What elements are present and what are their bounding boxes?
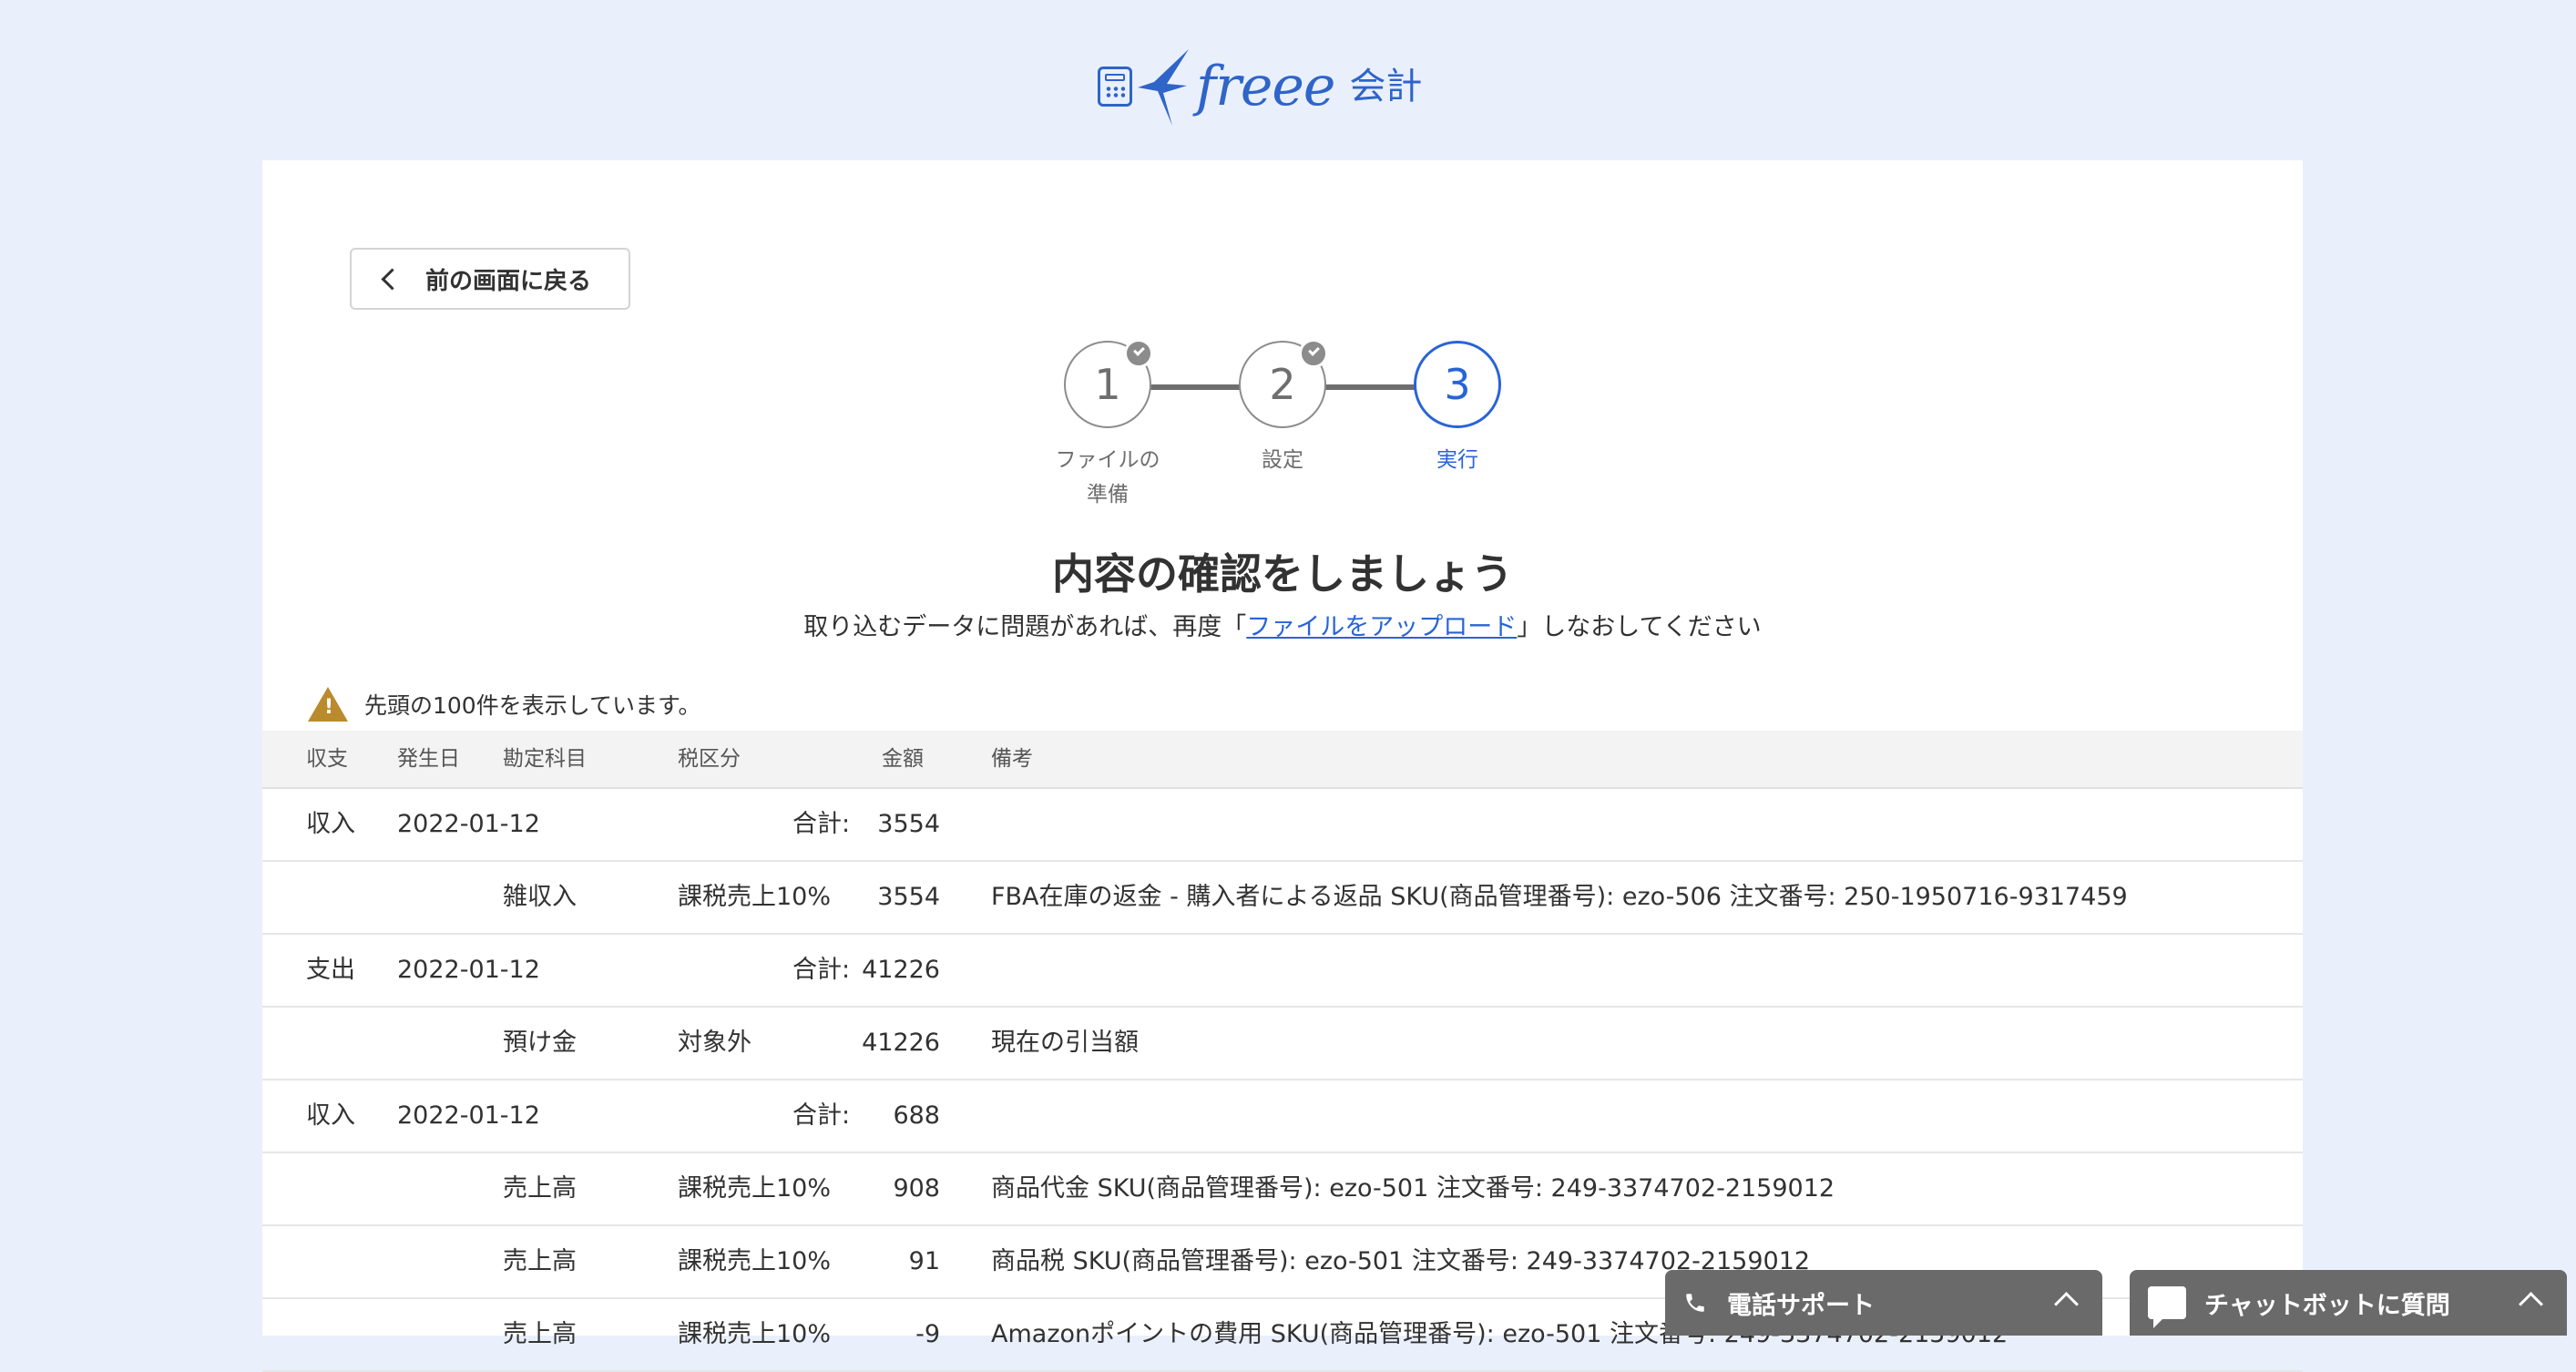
warning-icon: ! bbox=[308, 687, 348, 722]
cell-type: 収入 bbox=[306, 810, 355, 838]
step-label: 実行 bbox=[1436, 448, 1478, 472]
step-circle: 2 bbox=[1239, 339, 1328, 428]
cell-amount: 688 bbox=[893, 1101, 940, 1130]
table-row-summary: 支出 2022-01-12 合計: 41226 bbox=[262, 935, 2303, 1008]
step-number: 3 bbox=[1444, 360, 1471, 409]
phone-icon bbox=[1686, 1294, 1704, 1312]
header-account: 勘定科目 bbox=[503, 747, 587, 771]
cell-total-label: 合計: bbox=[792, 1101, 851, 1130]
cell-date: 2022-01-12 bbox=[397, 1101, 540, 1130]
upload-file-link[interactable]: ファイルをアップロード bbox=[1246, 613, 1517, 641]
cell-type: 収入 bbox=[306, 1101, 355, 1130]
cell-memo: 商品代金 SKU(商品管理番号): ezo-501 注文番号: 249-3374… bbox=[991, 1174, 1835, 1203]
calculator-icon bbox=[1098, 67, 1132, 107]
brand-product: 会計 bbox=[1349, 66, 1423, 108]
cell-amount: 3554 bbox=[877, 883, 940, 911]
step-circle: 3 bbox=[1414, 341, 1501, 428]
cell-memo: FBA在庫の返金 - 購入者による返品 SKU(商品管理番号): ezo-506… bbox=[991, 883, 2128, 911]
subtitle-text: 取り込むデータに問題があれば、再度「 bbox=[803, 613, 1247, 641]
brand-word: freee bbox=[1196, 55, 1335, 118]
notice-text: 先頭の100件を表示しています。 bbox=[364, 692, 701, 719]
header-type: 収支 bbox=[306, 747, 348, 771]
cell-tax: 課税売上10% bbox=[678, 1174, 832, 1203]
header-date: 発生日 bbox=[397, 747, 460, 771]
swallow-icon bbox=[1138, 49, 1189, 126]
step-circle: 1 bbox=[1064, 339, 1153, 428]
page-title: 内容の確認をしましょう bbox=[1052, 549, 1513, 599]
cell-amount: 3554 bbox=[877, 810, 940, 838]
chevron-left-icon bbox=[381, 267, 404, 291]
cell-tax: 対象外 bbox=[678, 1029, 751, 1057]
cell-total-label: 合計: bbox=[792, 956, 851, 984]
cell-type: 支出 bbox=[306, 956, 355, 984]
notice: ! 先頭の100件を表示しています。 bbox=[308, 687, 700, 722]
check-icon bbox=[1299, 339, 1328, 368]
step-connector bbox=[1146, 384, 1246, 390]
header-tax: 税区分 bbox=[678, 747, 741, 771]
cell-amount: -9 bbox=[915, 1320, 940, 1348]
chatbot-widget[interactable]: チャットボットに質問 bbox=[2130, 1270, 2567, 1336]
step-1: 1 ファイルの 準備 bbox=[1056, 339, 1160, 507]
cell-amount: 41226 bbox=[862, 1029, 940, 1057]
step-number: 1 bbox=[1094, 360, 1121, 409]
back-button-label: 前の画面に戻る bbox=[425, 267, 592, 295]
step-3: 3 実行 bbox=[1414, 341, 1501, 472]
step-label: ファイルの 準備 bbox=[1055, 448, 1160, 507]
freee-logo: freee 会計 bbox=[1098, 38, 1422, 135]
cell-account: 売上高 bbox=[503, 1320, 577, 1348]
step-label: 設定 bbox=[1262, 448, 1303, 472]
step-connector bbox=[1319, 384, 1419, 390]
chevron-up-icon bbox=[2519, 1292, 2543, 1316]
check-icon bbox=[1124, 339, 1153, 368]
cell-tax: 課税売上10% bbox=[678, 1247, 832, 1275]
table-row-summary: 収入 2022-01-12 合計: 3554 bbox=[262, 789, 2303, 862]
phone-support-label: 電話サポート bbox=[1727, 1291, 1875, 1320]
cell-account: 売上高 bbox=[503, 1247, 577, 1275]
cell-account: 雑収入 bbox=[503, 883, 577, 911]
step-number: 2 bbox=[1269, 360, 1296, 409]
table-row-detail: 売上高 課税売上10% 908 商品代金 SKU(商品管理番号): ezo-50… bbox=[262, 1153, 2303, 1226]
page-subtitle: 取り込むデータに問題があれば、再度「ファイルをアップロード」しなおしてください bbox=[262, 607, 2303, 642]
step-2: 2 設定 bbox=[1239, 339, 1328, 472]
chat-bubble-icon bbox=[2148, 1286, 2186, 1328]
chevron-up-icon bbox=[2054, 1292, 2079, 1316]
table-header: 収支 発生日 勘定科目 税区分 金額 備考 bbox=[262, 731, 2303, 789]
cell-memo: 現在の引当額 bbox=[991, 1029, 1139, 1057]
table-row-detail: 雑収入 課税売上10% 3554 FBA在庫の返金 - 購入者による返品 SKU… bbox=[262, 862, 2303, 935]
cell-account: 売上高 bbox=[503, 1174, 577, 1203]
table-row-detail: 預け金 対象外 41226 現在の引当額 bbox=[262, 1008, 2303, 1080]
cell-tax: 課税売上10% bbox=[678, 883, 832, 911]
cell-total-label: 合計: bbox=[792, 810, 851, 838]
stepper: 1 ファイルの 準備 2 設定 3 実行 bbox=[262, 339, 2303, 523]
cell-date: 2022-01-12 bbox=[397, 956, 540, 984]
cell-tax: 課税売上10% bbox=[678, 1320, 832, 1348]
phone-support-widget[interactable]: 電話サポート bbox=[1665, 1270, 2102, 1336]
cell-amount: 41226 bbox=[862, 956, 940, 984]
main-panel: 前の画面に戻る 1 ファイルの 準備 2 設定 3 実行 内容の確認をしましょう bbox=[262, 160, 2303, 1372]
chatbot-label: チャットボットに質問 bbox=[2204, 1291, 2450, 1320]
header-memo: 備考 bbox=[991, 747, 1033, 771]
cell-amount: 908 bbox=[893, 1174, 940, 1203]
cell-account: 預け金 bbox=[503, 1029, 577, 1057]
header-amount: 金額 bbox=[882, 747, 924, 771]
cell-date: 2022-01-12 bbox=[397, 810, 540, 838]
subtitle-text: 」しなおしてください bbox=[1517, 613, 1762, 641]
table-row-summary: 収入 2022-01-12 合計: 688 bbox=[262, 1080, 2303, 1153]
cell-amount: 91 bbox=[908, 1247, 940, 1275]
back-button[interactable]: 前の画面に戻る bbox=[350, 248, 630, 310]
